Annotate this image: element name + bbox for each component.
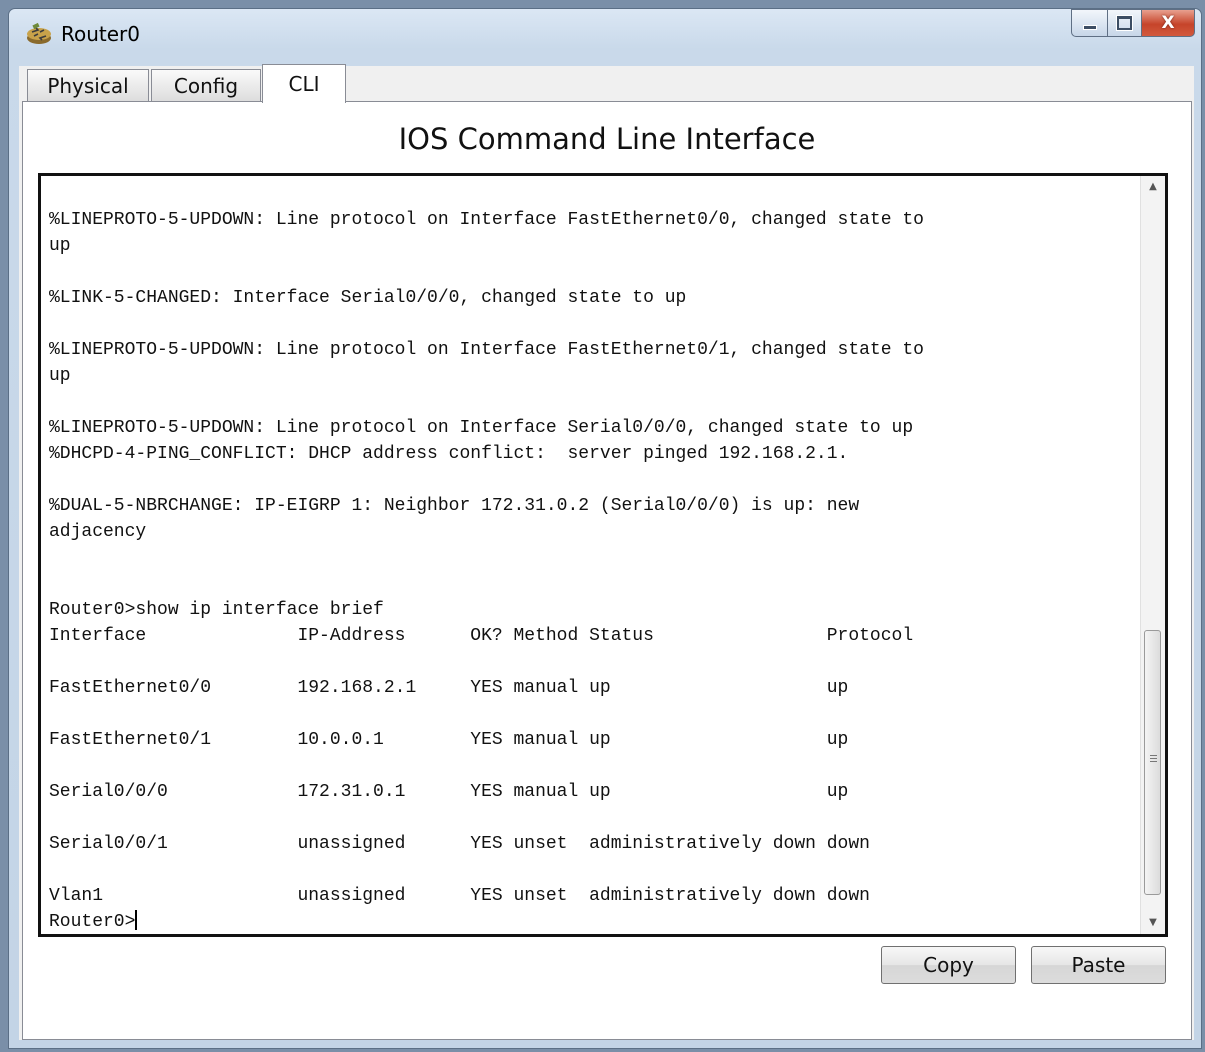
console-line: Serial0/0/1 unassigned YES unset adminis… (49, 834, 870, 854)
console-line: up (49, 366, 71, 386)
tab-physical[interactable]: Physical (27, 69, 149, 102)
console-line: Serial0/0/0 172.31.0.1 YES manual up up (49, 782, 849, 802)
title-bar[interactable]: Router0 X (9, 9, 1201, 57)
paste-button[interactable]: Paste (1031, 946, 1166, 984)
console-line: %LINEPROTO-5-UPDOWN: Line protocol on In… (49, 210, 924, 230)
cli-tab-panel: IOS Command Line Interface %LINEPROTO-5-… (22, 101, 1192, 1040)
cli-console[interactable]: %LINEPROTO-5-UPDOWN: Line protocol on In… (38, 173, 1168, 937)
scrollbar-thumb[interactable] (1144, 630, 1161, 895)
window-client-area: Physical Config CLI IOS Command Line Int… (19, 64, 1194, 1040)
console-line: %DHCPD-4-PING_CONFLICT: DHCP address con… (49, 444, 849, 464)
thumb-grip-icon (1150, 755, 1157, 762)
console-line: %LINEPROTO-5-UPDOWN: Line protocol on In… (49, 418, 914, 438)
console-prompt: Router0> (49, 912, 136, 931)
console-line: %LINEPROTO-5-UPDOWN: Line protocol on In… (49, 340, 924, 360)
window-controls: X (1071, 9, 1195, 37)
scroll-down-arrow-icon[interactable]: ▼ (1141, 912, 1165, 934)
cli-heading: IOS Command Line Interface (398, 122, 816, 156)
console-output[interactable]: %LINEPROTO-5-UPDOWN: Line protocol on In… (49, 181, 1129, 931)
minimize-button[interactable] (1071, 9, 1107, 37)
console-line: Router0>show ip interface brief (49, 600, 384, 620)
router0-window: Router0 X Physical Config CLI IOS Comman… (8, 8, 1202, 1049)
console-line: FastEthernet0/1 10.0.0.1 YES manual up u… (49, 730, 849, 750)
console-line: %DUAL-5-NBRCHANGE: IP-EIGRP 1: Neighbor … (49, 496, 860, 516)
copy-button[interactable]: Copy (881, 946, 1016, 984)
console-line: adjacency (49, 522, 147, 542)
maximize-button[interactable] (1107, 9, 1141, 37)
console-scrollbar[interactable]: ▲ ▼ (1140, 176, 1165, 934)
window-title: Router0 (61, 22, 141, 46)
scroll-up-arrow-icon[interactable]: ▲ (1141, 176, 1165, 198)
text-cursor (135, 910, 138, 930)
tab-config[interactable]: Config (151, 69, 261, 102)
minimize-icon (1082, 24, 1097, 30)
tab-cli[interactable]: CLI (262, 64, 346, 103)
console-line: Vlan1 unassigned YES unset administrativ… (49, 886, 870, 906)
console-prompt-line: Router0> (49, 909, 1129, 931)
close-icon: X (1161, 12, 1175, 33)
maximize-icon (1117, 16, 1132, 30)
console-line: FastEthernet0/0 192.168.2.1 YES manual u… (49, 678, 849, 698)
console-line: %LINK-5-CHANGED: Interface Serial0/0/0, … (49, 288, 687, 308)
router-icon (27, 22, 51, 44)
console-line: Interface IP-Address OK? Method Status P… (49, 626, 914, 646)
console-line: up (49, 236, 71, 256)
close-button[interactable]: X (1141, 9, 1195, 37)
